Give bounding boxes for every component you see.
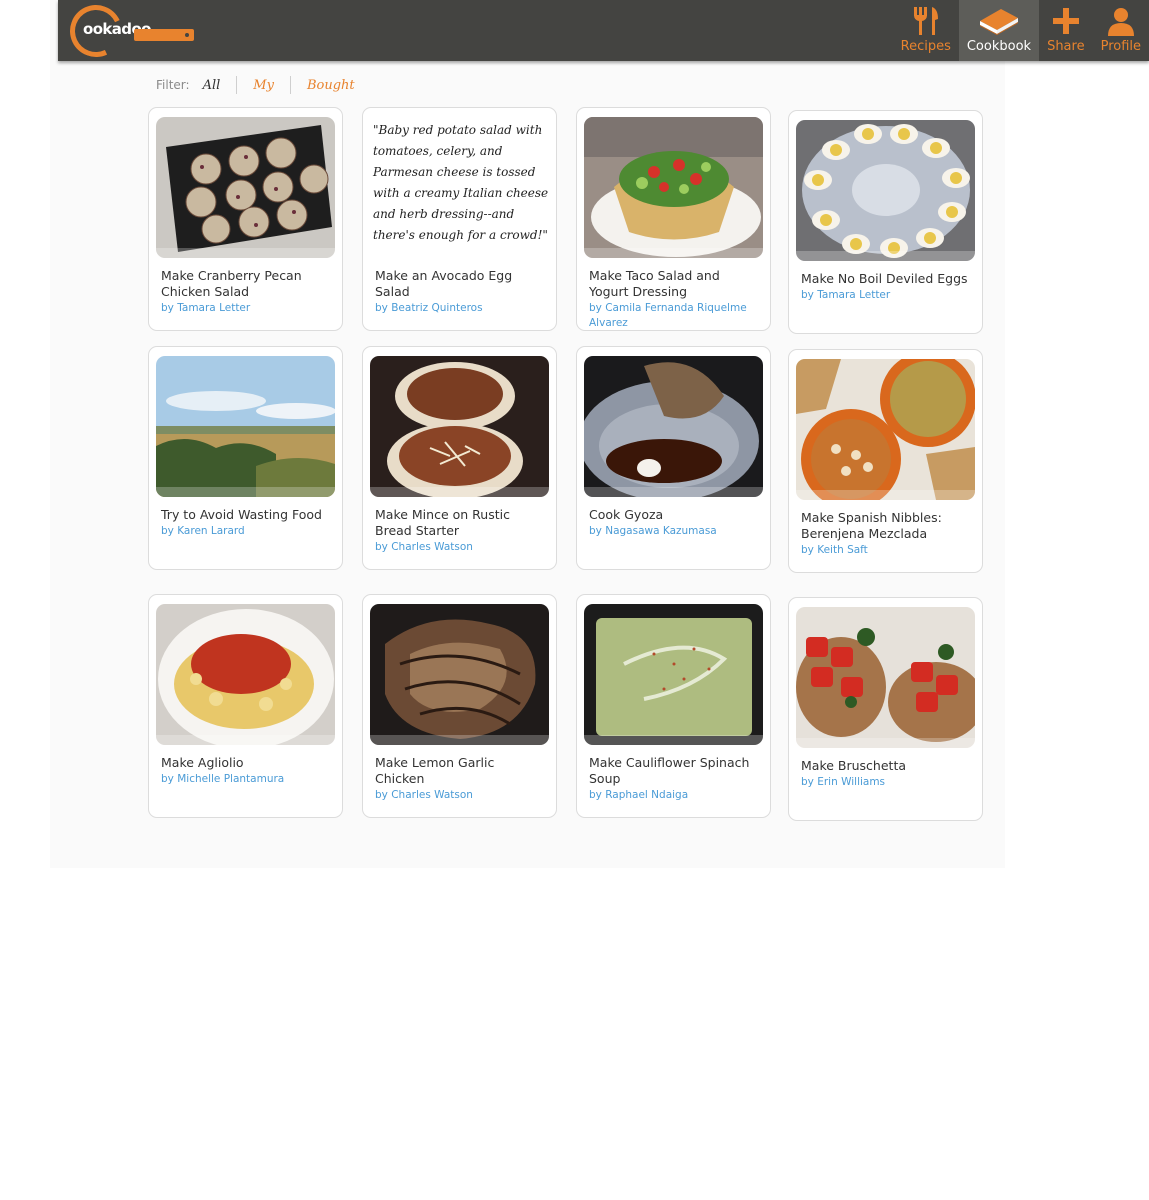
- recipe-card[interactable]: "Baby red potato salad with tomatoes, ce…: [362, 107, 557, 331]
- recipe-card[interactable]: Cook Gyoza by Nagasawa Kazumasa: [576, 346, 771, 570]
- nav-share-label: Share: [1047, 39, 1085, 54]
- recipe-card[interactable]: Make Cranberry Pecan Chicken Salad by Ta…: [148, 107, 343, 331]
- recipe-title-text: Make Bruschetta: [801, 758, 906, 773]
- recipe-title: Make Cauliflower Spinach Soup by Raphael…: [589, 755, 761, 803]
- field-landscape-photo: [156, 356, 335, 497]
- logo-pan-handle: [134, 29, 194, 41]
- plus-icon: [1052, 8, 1079, 34]
- recipe-title-text: Make No Boil Deviled Eggs: [801, 271, 968, 286]
- recipe-title: Make Agliolio by Michelle Plantamura: [161, 755, 333, 787]
- bruschetta-photo: [796, 607, 975, 748]
- recipe-card[interactable]: Make No Boil Deviled Eggs by Tamara Lett…: [788, 110, 983, 334]
- recipe-quote: "Baby red potato salad with tomatoes, ce…: [373, 123, 549, 242]
- recipe-author-link[interactable]: by Keith Saft: [801, 543, 973, 558]
- recipe-card[interactable]: Make Taco Salad and Yogurt Dressing by C…: [576, 107, 771, 331]
- filter-label: Filter:: [156, 78, 190, 92]
- gyoza-photo: [584, 356, 763, 497]
- nav-share[interactable]: Share: [1039, 0, 1093, 61]
- filter-all[interactable]: All: [203, 78, 237, 93]
- mince-on-bread-photo: [370, 356, 549, 497]
- recipe-title: Make No Boil Deviled Eggs by Tamara Lett…: [801, 271, 973, 303]
- nav-recipes-label: Recipes: [900, 39, 951, 54]
- recipe-title: Make Mince on Rustic Bread Starter by Ch…: [375, 507, 547, 555]
- filter-bar: Filter: All My Bought: [156, 74, 371, 96]
- book-icon: [979, 9, 1018, 35]
- pasta-agliolio-photo: [156, 604, 335, 745]
- fork-knife-icon: [913, 7, 938, 35]
- recipe-title-text: Make Lemon Garlic Chicken: [375, 755, 495, 786]
- recipe-title-text: Make Cauliflower Spinach Soup: [589, 755, 750, 786]
- main-nav: Recipes Cookbook Share Profile: [893, 0, 1149, 61]
- recipe-title: Make Taco Salad and Yogurt Dressing by C…: [589, 268, 761, 331]
- taco-salad-photo: [584, 117, 763, 258]
- nav-recipes[interactable]: Recipes: [893, 0, 959, 61]
- recipe-title: Make Cranberry Pecan Chicken Salad by Ta…: [161, 268, 333, 316]
- top-bar: ookadoo Recipes Cookbook Share Profile: [58, 0, 1149, 65]
- recipe-author-link[interactable]: by Raphael Ndaiga: [589, 788, 761, 803]
- user-icon: [1107, 8, 1134, 36]
- recipe-author-link[interactable]: by Camila Fernanda Riquelme Alvarez: [589, 301, 761, 331]
- recipe-card[interactable]: Try to Avoid Wasting Food by Karen Larar…: [148, 346, 343, 570]
- recipe-author-link[interactable]: by Erin Williams: [801, 775, 973, 790]
- filter-bought[interactable]: Bought: [291, 78, 371, 93]
- recipe-title: Make an Avocado Egg Salad by Beatriz Qui…: [375, 268, 547, 316]
- recipe-author-link[interactable]: by Nagasawa Kazumasa: [589, 524, 761, 539]
- recipe-card[interactable]: Make Agliolio by Michelle Plantamura: [148, 594, 343, 818]
- recipe-author-link[interactable]: by Charles Watson: [375, 788, 547, 803]
- recipe-title-text: Make Agliolio: [161, 755, 244, 770]
- recipe-title-text: Make Mince on Rustic Bread Starter: [375, 507, 510, 538]
- recipe-title: Make Lemon Garlic Chicken by Charles Wat…: [375, 755, 547, 803]
- filter-my[interactable]: My: [237, 78, 290, 93]
- recipe-title-text: Make Spanish Nibbles: Berenjena Mezclada: [801, 510, 942, 541]
- cauliflower-soup-photo: [584, 604, 763, 745]
- lemon-garlic-chicken-photo: [370, 604, 549, 745]
- recipe-title: Make Spanish Nibbles: Berenjena Mezclada…: [801, 510, 973, 558]
- cranberry-pecan-chicken-salad-photo: [156, 117, 335, 258]
- recipe-title-text: Make Cranberry Pecan Chicken Salad: [161, 268, 302, 299]
- recipe-card[interactable]: Make Lemon Garlic Chicken by Charles Wat…: [362, 594, 557, 818]
- recipe-card[interactable]: Make Mince on Rustic Bread Starter by Ch…: [362, 346, 557, 570]
- recipe-author-link[interactable]: by Michelle Plantamura: [161, 772, 333, 787]
- recipe-title: Make Bruschetta by Erin Williams: [801, 758, 973, 790]
- recipe-author-link[interactable]: by Tamara Letter: [161, 301, 333, 316]
- recipe-author-link[interactable]: by Karen Larard: [161, 524, 333, 539]
- recipe-title-text: Try to Avoid Wasting Food: [161, 507, 322, 522]
- recipe-author-link[interactable]: by Beatriz Quinteros: [375, 301, 547, 316]
- nav-cookbook-label: Cookbook: [966, 39, 1032, 54]
- deviled-eggs-photo: [796, 120, 975, 261]
- spanish-nibbles-photo: [796, 359, 975, 500]
- recipe-author-link[interactable]: by Charles Watson: [375, 540, 547, 555]
- recipe-card[interactable]: Make Spanish Nibbles: Berenjena Mezclada…: [788, 349, 983, 573]
- recipe-title-text: Make Taco Salad and Yogurt Dressing: [589, 268, 720, 299]
- cookadoo-logo[interactable]: ookadoo: [62, 0, 200, 65]
- nav-profile-label: Profile: [1100, 39, 1141, 54]
- recipe-title-text: Make an Avocado Egg Salad: [375, 268, 513, 299]
- recipe-title: Cook Gyoza by Nagasawa Kazumasa: [589, 507, 761, 539]
- recipe-title: Try to Avoid Wasting Food by Karen Larar…: [161, 507, 333, 539]
- nav-cookbook[interactable]: Cookbook: [958, 0, 1040, 61]
- recipe-title-text: Cook Gyoza: [589, 507, 664, 522]
- recipe-author-link[interactable]: by Tamara Letter: [801, 288, 973, 303]
- nav-profile[interactable]: Profile: [1093, 0, 1149, 61]
- recipe-card[interactable]: Make Cauliflower Spinach Soup by Raphael…: [576, 594, 771, 818]
- recipe-card[interactable]: Make Bruschetta by Erin Williams: [788, 597, 983, 821]
